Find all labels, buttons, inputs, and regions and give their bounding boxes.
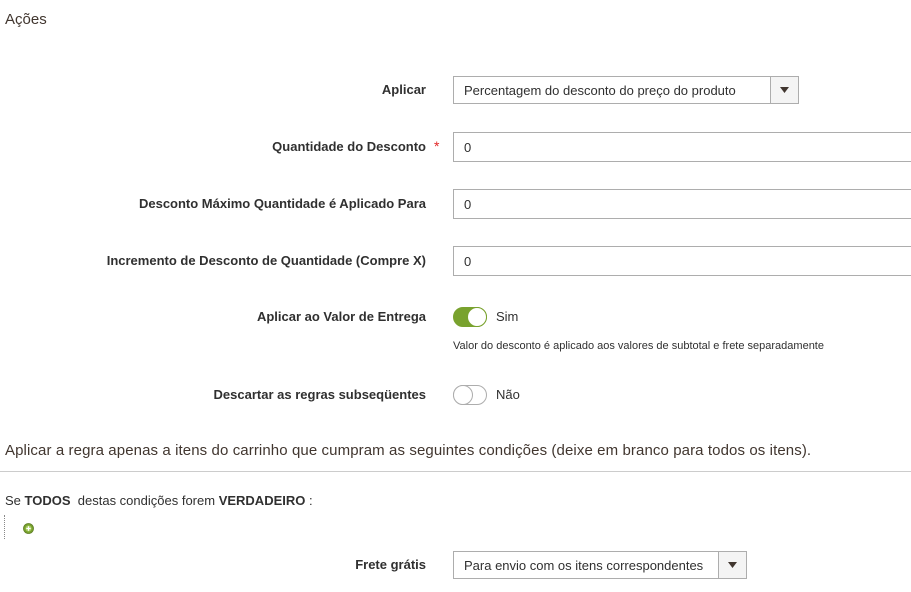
step-label: Incremento de Desconto de Quantidade (Co… <box>106 253 426 268</box>
required-mark: * <box>434 138 440 154</box>
apply-shipping-state: Sim <box>496 309 519 324</box>
conditions-tree-line <box>4 515 5 539</box>
apply-shipping-toggle[interactable] <box>453 307 487 327</box>
aggregator-link[interactable]: TODOS <box>25 493 71 508</box>
apply-select[interactable]: Percentagem do desconto do preço do prod… <box>453 76 799 104</box>
max-qty-label: Desconto Máximo Quantidade é Aplicado Pa… <box>138 196 426 211</box>
conditions-middle: destas condições forem <box>77 493 216 508</box>
value-link[interactable]: VERDADEIRO <box>219 493 306 508</box>
conditions-prefix: Se <box>5 493 21 508</box>
toggle-knob <box>467 307 487 327</box>
apply-shipping-label: Aplicar ao Valor de Entrega <box>256 309 426 324</box>
conditions-suffix: : <box>309 493 313 508</box>
free-shipping-select[interactable]: Para envio com os itens correspondentes <box>453 551 747 579</box>
discount-amount-label: Quantidade do Desconto <box>272 139 426 154</box>
discard-toggle[interactable] <box>453 385 487 405</box>
apply-select-value: Percentagem do desconto do preço do prod… <box>464 83 736 98</box>
add-condition-icon[interactable] <box>23 521 34 534</box>
conditions-statement: Se TODOS destas condições forem VERDADEI… <box>5 493 313 508</box>
apply-shipping-note: Valor do desconto é aplicado aos valores… <box>453 340 824 352</box>
conditions-title: Aplicar a regra apenas a itens do carrin… <box>5 442 812 459</box>
free-shipping-label: Frete grátis <box>355 557 426 572</box>
discard-label: Descartar as regras subseqüentes <box>213 387 426 402</box>
discard-state: Não <box>496 387 520 402</box>
discount-amount-input[interactable] <box>453 132 911 162</box>
apply-label: Aplicar <box>381 82 426 97</box>
toggle-knob <box>453 385 473 405</box>
max-qty-input[interactable] <box>453 189 911 219</box>
section-title: Ações <box>5 11 47 28</box>
chevron-down-icon[interactable] <box>718 552 746 578</box>
step-input[interactable] <box>453 246 911 276</box>
free-shipping-value: Para envio com os itens correspondentes <box>464 558 704 573</box>
divider <box>0 471 911 472</box>
chevron-down-icon[interactable] <box>770 77 798 103</box>
